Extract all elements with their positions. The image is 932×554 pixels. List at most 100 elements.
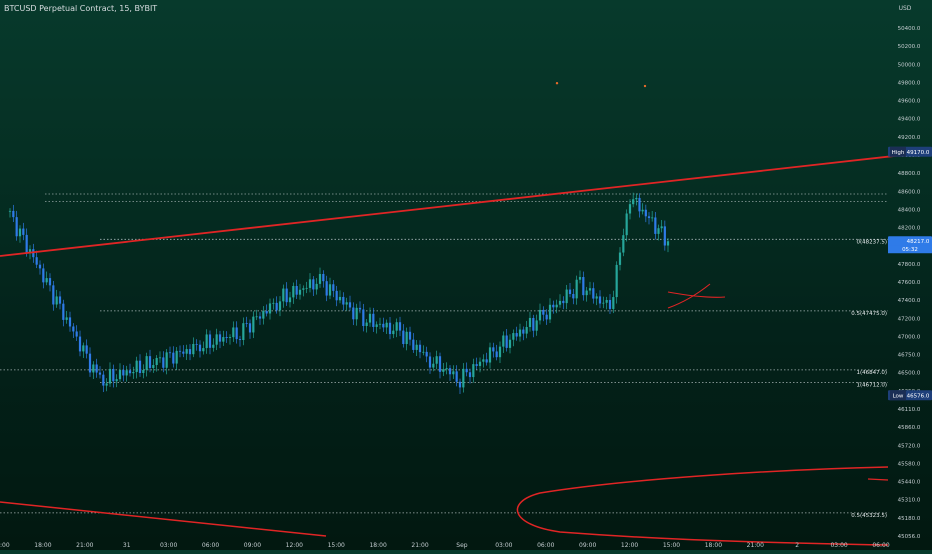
candle-body	[178, 350, 182, 352]
candle-body	[325, 281, 328, 296]
candle-body	[375, 324, 378, 327]
candle-body	[228, 337, 232, 339]
candle-body	[345, 302, 348, 305]
candle-body	[98, 372, 102, 375]
candle-body	[448, 368, 452, 375]
candle-body	[165, 352, 168, 368]
y-tick-label: 47600.0	[898, 280, 921, 286]
candle-body	[195, 343, 198, 345]
x-tick-label: Sep	[456, 542, 468, 549]
candle-body	[185, 349, 188, 354]
candle-body	[298, 289, 302, 295]
level-label: 1(46847.0)	[856, 370, 887, 376]
candle-body	[302, 288, 305, 290]
candle-body	[638, 197, 641, 212]
candle-body	[358, 307, 362, 310]
y-tick-label: 46110.0	[898, 407, 921, 413]
y-axis: USD 50400.0 50200.0 50000.0 49800.0 49600.0 49…	[898, 5, 921, 540]
candle-body	[225, 337, 228, 339]
candle-body	[245, 323, 248, 324]
x-tick-label: 09:00	[579, 542, 596, 549]
candle-body	[292, 286, 295, 298]
candle-body	[398, 322, 402, 331]
y-tick-label: 48200.0	[898, 226, 921, 232]
candle-body	[502, 335, 505, 347]
candle-body	[598, 296, 602, 304]
price-chart[interactable]: USD 50400.0 50200.0 50000.0 49800.0 49600.0 49…	[0, 0, 932, 550]
price-label-value: 48217.0	[907, 239, 930, 245]
candle-body	[218, 334, 222, 342]
candle-body	[542, 309, 545, 315]
candle-body	[85, 345, 88, 354]
y-tick-label: 45056.0	[898, 534, 921, 540]
candle-body	[628, 204, 632, 214]
candle-body	[595, 296, 598, 299]
y-tick-label: 46750.0	[898, 353, 921, 359]
candle-body	[105, 383, 108, 386]
candle-body	[632, 199, 635, 205]
candle-body	[362, 309, 365, 327]
candle-body	[518, 329, 522, 337]
candle-body	[488, 347, 492, 363]
candle-body	[615, 264, 618, 298]
candle-body	[535, 320, 538, 331]
chart-root: USD 50400.0 50200.0 50000.0 49800.0 49600.0 49…	[0, 0, 932, 550]
candle-body	[158, 357, 162, 359]
y-tick-label: 45440.0	[898, 480, 921, 486]
candle-body	[215, 334, 218, 345]
candle-body	[192, 343, 195, 355]
candle-body	[568, 289, 572, 294]
price-label-value: 49170.0	[907, 150, 930, 156]
candle-body	[58, 296, 62, 304]
candle-body	[142, 369, 145, 373]
candle-body	[52, 285, 55, 305]
candle-body	[88, 353, 92, 373]
x-tick-label: 21:00	[76, 542, 93, 549]
candle-body	[562, 300, 565, 304]
candle-body	[188, 349, 192, 355]
y-tick-label: 45180.0	[898, 516, 921, 522]
candle-body	[608, 299, 612, 309]
candle-body	[35, 257, 38, 265]
candle-body	[242, 323, 245, 341]
candle-body	[48, 278, 52, 286]
bottom-curve-right	[516, 466, 889, 546]
candle-body	[388, 322, 392, 335]
candle-body	[352, 307, 355, 320]
chart-title: BTCUSD Perpetual Contract, 15, BYBIT	[4, 4, 158, 13]
x-tick-label: 15:00	[0, 542, 10, 549]
price-label-value: 46576.0	[907, 393, 930, 399]
candle-body	[647, 216, 651, 219]
candle-body	[458, 381, 462, 388]
candle-body	[145, 356, 148, 370]
candle-body	[38, 264, 42, 269]
level-label: 0.5(47475.0)	[851, 311, 887, 317]
candle-body	[592, 288, 595, 299]
candle-body	[335, 290, 338, 301]
y-tick-label: 50000.0	[898, 62, 921, 68]
candle-body	[252, 316, 255, 333]
y-tick-label: 45310.0	[898, 498, 921, 504]
y-tick-label: 49400.0	[898, 117, 921, 123]
candle-body	[355, 307, 358, 320]
candle-body	[25, 234, 28, 253]
cross-drawing-2	[667, 283, 711, 309]
x-tick-label: 31	[123, 542, 131, 549]
candle-body	[175, 350, 178, 364]
candle-body	[515, 333, 518, 337]
candle-body	[365, 322, 368, 327]
candle-body	[425, 351, 428, 357]
candle-body	[328, 284, 332, 296]
candle-body	[272, 302, 275, 304]
candle-body	[318, 273, 322, 284]
candle-body	[55, 296, 58, 305]
candle-body	[45, 278, 48, 283]
y-tick-label: 49800.0	[898, 80, 921, 86]
candle-body	[15, 217, 18, 237]
y-tick-label: 47000.0	[898, 334, 921, 340]
y-tick-label: 49200.0	[898, 135, 921, 141]
candle-body	[255, 316, 258, 318]
candle-body	[462, 368, 465, 388]
cross-drawing-1	[667, 291, 726, 298]
candle-body	[342, 296, 345, 305]
